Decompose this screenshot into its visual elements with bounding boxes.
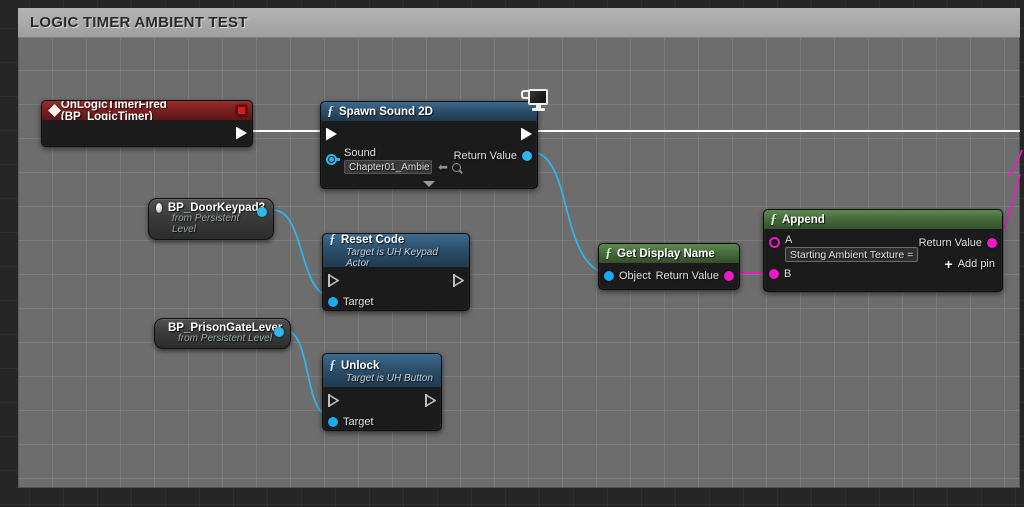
node-title: Get Display Name xyxy=(617,247,715,260)
object-reference-icon xyxy=(156,203,162,213)
sound-asset-dropdown[interactable]: Chapter01_Ambie ▼ xyxy=(344,160,432,174)
exec-arrow-icon xyxy=(326,127,337,141)
exec-arrow-icon xyxy=(236,126,247,140)
node-var-bp-prisongatelever[interactable]: BP_PrisonGateLever from Persistent Level xyxy=(154,318,291,349)
pin-label-return-value: Return Value xyxy=(453,150,517,162)
node-spawn-sound-2d[interactable]: ƒ Spawn Sound 2D Sound Chapter01_Ambie ⬅… xyxy=(320,101,538,189)
pin-b-input[interactable]: B xyxy=(769,265,791,283)
pin-exec-in[interactable] xyxy=(326,125,337,143)
node-event-onlogictimerfired[interactable]: OnLogicTimerFired (BP_LogicTimer) xyxy=(41,100,253,147)
blueprint-editor: LOGIC TIMER AMBIENT TEST OnLogicTimerFir… xyxy=(0,0,1024,507)
pin-exec-out[interactable] xyxy=(453,271,464,289)
node-title: Append xyxy=(782,213,825,226)
pin-label-target: Target xyxy=(343,416,374,428)
node-subtitle: from Persistent Level xyxy=(172,213,240,235)
node-subtitle: Target is UH Button xyxy=(346,372,433,384)
append-a-text-input[interactable]: Starting Ambient Texture = xyxy=(785,247,919,262)
node-subtitle: from Persistent Level xyxy=(178,333,272,344)
object-pin-icon xyxy=(328,417,338,427)
node-header: ƒ Get Display Name xyxy=(599,244,739,263)
pin-a-input[interactable]: A Starting Ambient Texture = xyxy=(769,234,919,262)
function-f-icon: ƒ xyxy=(329,234,336,247)
pin-return-value[interactable]: Return Value xyxy=(656,267,734,285)
pin-label-b: B xyxy=(784,268,792,280)
string-pin-icon xyxy=(769,269,779,279)
pin-return-value[interactable]: Return Value xyxy=(919,234,997,252)
node-body: A Starting Ambient Texture = Return Valu… xyxy=(764,229,1002,292)
stop-recording-button[interactable] xyxy=(236,105,247,116)
pin-label-a: A xyxy=(785,234,793,246)
function-f-icon: ƒ xyxy=(770,211,777,227)
node-body: Target xyxy=(323,387,441,431)
pin-sound-input[interactable]: Sound Chapter01_Ambie ▼ ⬅ xyxy=(326,147,462,174)
node-get-display-name[interactable]: ƒ Get Display Name Object Return Value xyxy=(598,243,740,290)
expand-advanced-pins-button[interactable] xyxy=(423,181,435,187)
pin-label-sound: Sound xyxy=(344,147,376,159)
display-monitor-icon xyxy=(521,89,548,111)
pin-return-value[interactable]: Return Value xyxy=(454,147,532,165)
pin-label-return-value: Return Value xyxy=(918,237,982,249)
exec-arrow-icon xyxy=(328,393,339,407)
object-pin-icon xyxy=(326,154,340,165)
graph-title-banner: LOGIC TIMER AMBIENT TEST xyxy=(18,8,1020,38)
node-body: Object Return Value xyxy=(599,263,739,290)
node-reset-code[interactable]: ƒ Reset Code Target is UH Keypad Actor T… xyxy=(322,233,470,311)
event-diamond-icon xyxy=(48,104,61,117)
pin-object-input[interactable]: Object xyxy=(604,267,651,285)
pin-label-object: Object xyxy=(619,270,651,282)
pin-exec-in[interactable] xyxy=(328,271,339,289)
node-body: Target xyxy=(323,267,469,311)
pin-target[interactable]: Target xyxy=(328,413,374,431)
function-f-icon: ƒ xyxy=(327,103,334,119)
pin-exec-out[interactable] xyxy=(425,391,436,409)
pin-target[interactable]: Target xyxy=(328,293,374,311)
node-var-bp-doorkeypad3[interactable]: BP_DoorKeypad3 from Persistent Level xyxy=(148,198,274,240)
exec-arrow-icon xyxy=(425,393,436,407)
append-a-value: Starting Ambient Texture = xyxy=(790,248,914,261)
exec-arrow-icon xyxy=(328,273,339,287)
pin-output-object[interactable] xyxy=(274,327,284,337)
string-pin-icon xyxy=(769,237,780,248)
node-header: OnLogicTimerFired (BP_LogicTimer) xyxy=(42,101,252,120)
node-header: ƒ Reset Code Target is UH Keypad Actor xyxy=(323,234,469,267)
pin-exec-in[interactable] xyxy=(328,391,339,409)
function-f-icon: ƒ xyxy=(605,245,612,261)
node-title: Unlock xyxy=(341,359,380,372)
exec-arrow-icon xyxy=(521,127,532,141)
string-pin-icon xyxy=(724,271,734,281)
object-pin-icon xyxy=(328,297,338,307)
sound-asset-value: Chapter01_Ambie xyxy=(349,161,430,173)
node-title: Spawn Sound 2D xyxy=(339,105,433,118)
use-selected-asset-icon[interactable]: ⬅ xyxy=(438,161,448,173)
node-append[interactable]: ƒ Append A Starting Ambient Texture = Re… xyxy=(763,209,1003,292)
object-pin-icon xyxy=(604,271,614,281)
node-unlock[interactable]: ƒ Unlock Target is UH Button Target xyxy=(322,353,442,431)
node-header: ƒ Spawn Sound 2D xyxy=(321,102,537,121)
page-title: LOGIC TIMER AMBIENT TEST xyxy=(30,14,248,31)
node-header: ƒ Append xyxy=(764,210,1002,229)
string-pin-icon xyxy=(987,238,997,248)
node-body: Sound Chapter01_Ambie ▼ ⬅ xyxy=(321,121,537,188)
object-pin-icon xyxy=(522,151,532,161)
function-f-icon: ƒ xyxy=(329,357,336,373)
pin-exec-out[interactable] xyxy=(236,124,247,142)
node-title: Reset Code xyxy=(341,234,405,246)
node-header: ƒ Unlock Target is UH Button xyxy=(323,354,441,387)
pin-label-return-value: Return Value xyxy=(655,270,719,282)
node-subtitle: Target is UH Keypad Actor xyxy=(346,247,438,267)
node-body xyxy=(42,120,252,147)
exec-arrow-icon xyxy=(453,273,464,287)
node-title: OnLogicTimerFired (BP_LogicTimer) xyxy=(60,101,167,120)
pin-label-target: Target xyxy=(343,296,374,308)
pin-output-object[interactable] xyxy=(257,207,267,217)
pin-exec-out[interactable] xyxy=(521,125,532,143)
